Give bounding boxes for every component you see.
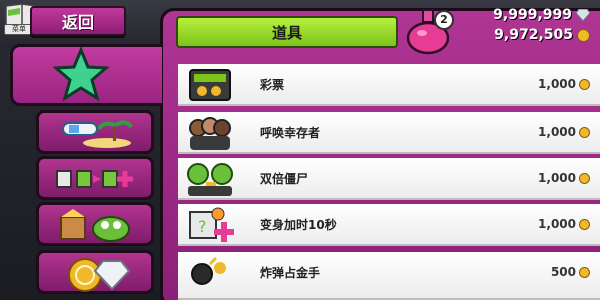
item-price: 1,000 (538, 125, 590, 139)
item-name: 彩票 (260, 78, 285, 92)
coin-icon (579, 126, 590, 138)
item-price-value: 1,000 (538, 125, 576, 139)
coin-icon (579, 172, 590, 184)
bomb-icon (191, 256, 226, 285)
tab-zombie[interactable] (36, 202, 154, 246)
zombie-fish-icon (60, 209, 130, 242)
back-button[interactable]: 返回 (30, 6, 126, 36)
tab-coins[interactable] (36, 250, 154, 294)
item-name: 炸弹占金手 (260, 266, 321, 280)
lottery-ticket-icon (189, 69, 231, 101)
coin-count: 9,972,505 (494, 27, 573, 43)
item-price-value: 1,000 (538, 77, 576, 91)
item-row-bomb[interactable]: 炸弹占金手 500 (178, 252, 600, 300)
item-price-value: 1,000 (538, 217, 576, 231)
diamond-count: 9,999,999 (493, 7, 572, 23)
section-title: 道具 (271, 23, 302, 42)
diamond-counter: 9,999,999 (493, 6, 590, 24)
item-price-value: 1,000 (538, 171, 576, 185)
coin-counter: 9,972,505 (494, 26, 590, 44)
item-row-double-zombie[interactable]: 双倍僵尸 1,000 (178, 158, 600, 200)
item-name: 呼唤幸存者 (260, 126, 321, 140)
item-name: 变身加时10秒 (260, 218, 337, 232)
item-price: 1,000 (538, 217, 590, 231)
svg-text:?: ? (198, 217, 207, 236)
tab-star[interactable] (10, 44, 162, 106)
back-button-label: 返回 (61, 13, 94, 32)
tab-powerup[interactable] (36, 110, 154, 154)
coin-icon (577, 28, 590, 42)
item-name: 双倍僵尸 (260, 172, 309, 186)
item-row-transform-time[interactable]: ? 变身加时10秒 1,000 (178, 204, 600, 246)
item-price: 1,000 (538, 77, 590, 91)
scuba-island-icon (62, 120, 133, 148)
item-price-value: 500 (550, 265, 576, 279)
potion-count: 2 (434, 10, 454, 30)
coin-icon (579, 78, 590, 90)
item-row-survivors[interactable]: 呼唤幸存者 1,000 (178, 112, 600, 154)
star-icon (53, 47, 109, 102)
coin-icon (579, 266, 590, 278)
transform-time-icon: ? (189, 207, 234, 242)
coin-diamond-icon (68, 258, 131, 292)
item-price: 1,000 (538, 171, 590, 185)
bars-arrows-icon (56, 170, 133, 188)
item-row-lottery[interactable]: 彩票 1,000 (178, 64, 600, 106)
section-title-bar: 道具 (176, 16, 398, 48)
diamond-icon (576, 9, 590, 21)
item-price: 500 (551, 265, 590, 279)
tab-combo[interactable] (36, 156, 154, 200)
coin-icon (579, 218, 590, 230)
double-zombie-icon (187, 163, 233, 196)
survivors-icon (189, 117, 231, 150)
